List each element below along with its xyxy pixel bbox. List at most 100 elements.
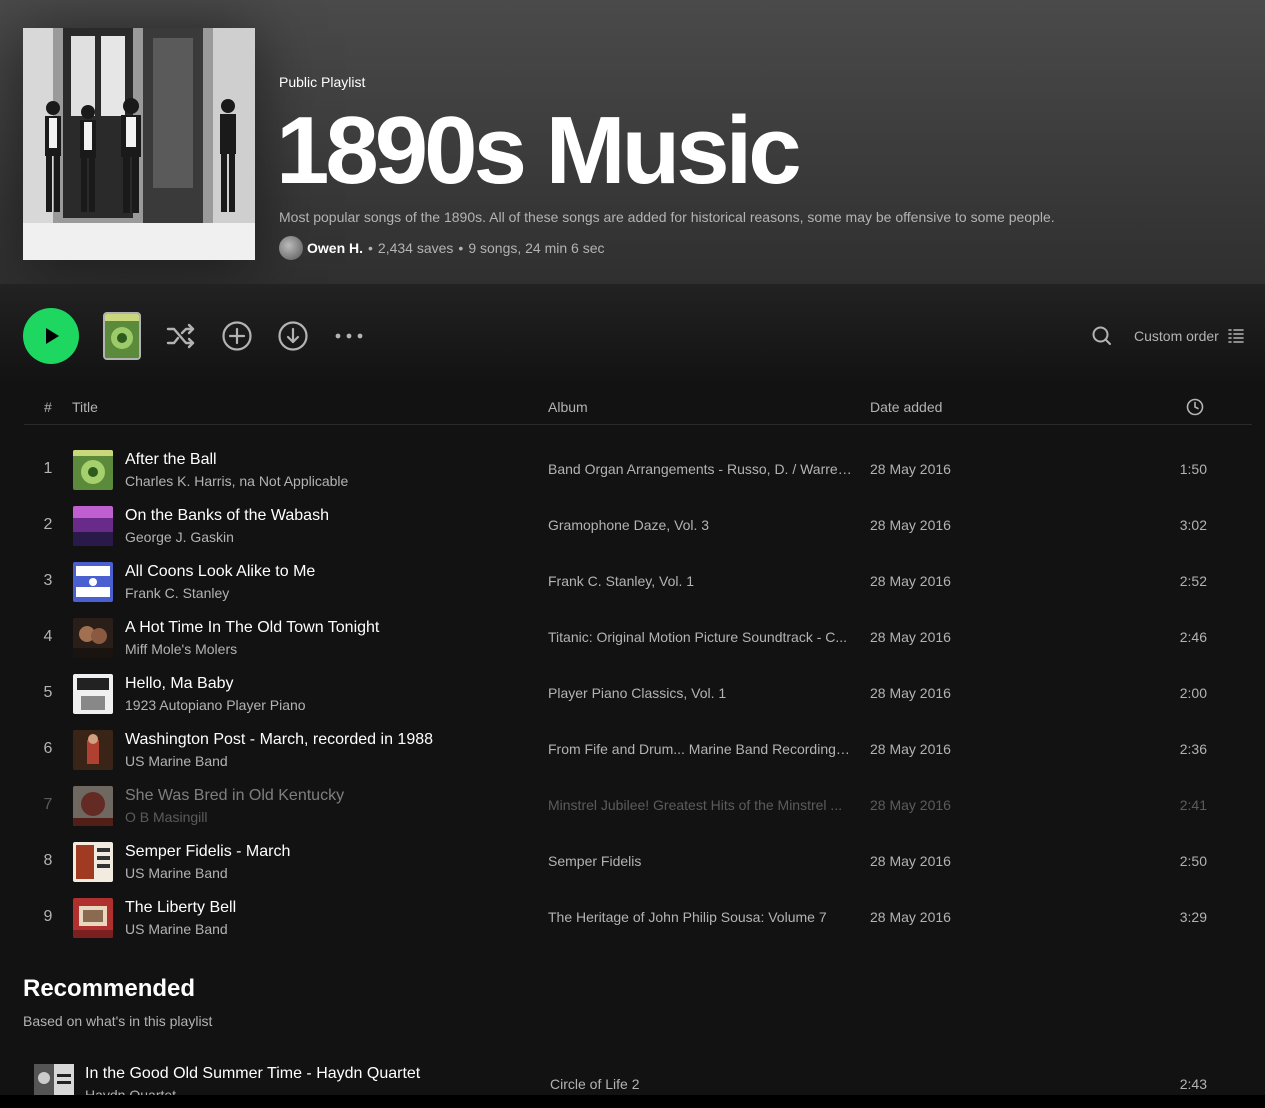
table-row[interactable]: 8 Semper Fidelis - March US Marine Band … (24, 834, 1252, 890)
playlist-cover[interactable] (23, 28, 255, 260)
track-number: 2 (43, 516, 53, 533)
table-row[interactable]: 2 On the Banks of the Wabash George J. G… (24, 498, 1252, 554)
play-icon (46, 328, 59, 344)
track-art (73, 842, 113, 882)
preview-thumbnail-button[interactable] (103, 312, 141, 360)
table-row[interactable]: 5 Hello, Ma Baby 1923 Autopiano Player P… (24, 666, 1252, 722)
track-title[interactable]: A Hot Time In The Old Town Tonight (125, 619, 379, 637)
album-art-icon (73, 842, 113, 882)
page-title: 1890s Music (276, 97, 802, 204)
track-album[interactable]: Frank C. Stanley, Vol. 1 (548, 573, 854, 589)
column-title[interactable]: Title (72, 399, 98, 415)
track-art (73, 730, 113, 770)
track-date-added: 28 May 2016 (870, 853, 951, 869)
shuffle-button[interactable] (165, 320, 197, 352)
column-album[interactable]: Album (548, 399, 588, 415)
track-artist[interactable]: US Marine Band (125, 921, 228, 937)
track-title[interactable]: All Coons Look Alike to Me (125, 563, 315, 581)
sort-dropdown[interactable]: Custom order (1134, 324, 1245, 348)
album-art-icon (73, 786, 113, 826)
table-row[interactable]: 4 A Hot Time In The Old Town Tonight Mif… (24, 610, 1252, 666)
playlist-meta: Owen H. • 2,434 saves • 9 songs, 24 min … (279, 236, 605, 260)
list-icon (1228, 329, 1244, 343)
album-art-icon (73, 898, 113, 938)
album-art-icon (73, 450, 113, 490)
track-title[interactable]: After the Ball (125, 451, 217, 469)
separator-dot: • (368, 240, 373, 256)
track-album[interactable]: Titanic: Original Motion Picture Soundtr… (548, 629, 854, 645)
track-date-added: 28 May 2016 (870, 741, 951, 757)
search-in-playlist-button[interactable] (1090, 324, 1114, 348)
track-duration: 3:29 (1179, 909, 1207, 925)
download-button[interactable] (277, 320, 309, 352)
track-art (73, 506, 113, 546)
track-artist[interactable]: Frank C. Stanley (125, 585, 229, 601)
playlist-header: Public Playlist 1890s Music Most popular… (0, 0, 1265, 284)
saves-count: 2,434 saves (377, 240, 454, 256)
table-row[interactable]: 9 The Liberty Bell US Marine Band The He… (24, 890, 1252, 946)
track-number: 7 (43, 796, 53, 813)
track-title[interactable]: Washington Post - March, recorded in 198… (125, 731, 433, 749)
track-title[interactable]: On the Banks of the Wabash (125, 507, 329, 525)
clock-icon (1186, 398, 1204, 416)
track-title[interactable]: Hello, Ma Baby (125, 675, 234, 693)
track-title[interactable]: Semper Fidelis - March (125, 843, 290, 861)
track-date-added: 28 May 2016 (870, 629, 951, 645)
recommended-album[interactable]: Circle of Life 2 (550, 1076, 639, 1092)
track-list: 1 After the Ball Charles K. Harris, na N… (24, 442, 1252, 946)
table-row[interactable]: 3 All Coons Look Alike to Me Frank C. St… (24, 554, 1252, 610)
track-album[interactable]: Player Piano Classics, Vol. 1 (548, 685, 854, 701)
track-artist[interactable]: Miff Mole's Molers (125, 641, 237, 657)
table-row[interactable]: 6 Washington Post - March, recorded in 1… (24, 722, 1252, 778)
track-artist[interactable]: US Marine Band (125, 753, 228, 769)
track-title[interactable]: She Was Bred in Old Kentucky (125, 787, 344, 805)
bottom-edge (0, 1095, 1265, 1108)
track-album[interactable]: The Heritage of John Philip Sousa: Volum… (548, 909, 854, 925)
album-art-icon (73, 674, 113, 714)
album-art-icon (73, 562, 113, 602)
track-title[interactable]: The Liberty Bell (125, 899, 236, 917)
recommended-subheading: Based on what's in this playlist (23, 1013, 213, 1029)
album-art-icon (73, 506, 113, 546)
album-art-icon (73, 730, 113, 770)
track-album[interactable]: Band Organ Arrangements - Russo, D. / Wa… (548, 461, 854, 477)
track-album[interactable]: From Fife and Drum... Marine Band Record… (548, 741, 854, 757)
more-options-button[interactable] (333, 320, 365, 352)
playlist-description: Most popular songs of the 1890s. All of … (279, 209, 1055, 225)
track-artist[interactable]: O B Masingill (125, 809, 207, 825)
track-duration: 2:46 (1179, 629, 1207, 645)
track-date-added: 28 May 2016 (870, 517, 951, 533)
playlist-summary: 9 songs, 24 min 6 sec (468, 240, 605, 256)
track-art (73, 450, 113, 490)
track-art (73, 618, 113, 658)
table-row[interactable]: 7 She Was Bred in Old Kentucky O B Masin… (24, 778, 1252, 834)
track-album[interactable]: Minstrel Jubilee! Greatest Hits of the M… (548, 797, 854, 813)
track-duration: 2:52 (1179, 573, 1207, 589)
track-art (73, 562, 113, 602)
track-number: 8 (43, 852, 53, 869)
track-album[interactable]: Gramophone Daze, Vol. 3 (548, 517, 854, 533)
table-row[interactable]: 1 After the Ball Charles K. Harris, na N… (24, 442, 1252, 498)
track-artist[interactable]: US Marine Band (125, 865, 228, 881)
track-artist[interactable]: Charles K. Harris, na Not Applicable (125, 473, 348, 489)
track-album[interactable]: Semper Fidelis (548, 853, 854, 869)
track-number: 5 (43, 684, 53, 701)
track-date-added: 28 May 2016 (870, 573, 951, 589)
add-to-library-button[interactable] (221, 320, 253, 352)
track-artist[interactable]: 1923 Autopiano Player Piano (125, 697, 306, 713)
search-icon (1092, 326, 1111, 345)
track-date-added: 28 May 2016 (870, 797, 951, 813)
avatar[interactable] (279, 236, 303, 260)
play-button[interactable] (23, 308, 79, 364)
album-art-icon (73, 618, 113, 658)
track-art (73, 898, 113, 938)
track-duration: 2:41 (1179, 797, 1207, 813)
column-duration[interactable] (1186, 398, 1204, 419)
recommended-title[interactable]: In the Good Old Summer Time - Haydn Quar… (85, 1065, 420, 1083)
track-duration: 2:50 (1179, 853, 1207, 869)
owner-name-link[interactable]: Owen H. (307, 240, 363, 256)
track-number: 1 (43, 460, 53, 477)
track-date-added: 28 May 2016 (870, 909, 951, 925)
track-artist[interactable]: George J. Gaskin (125, 529, 234, 545)
column-date-added[interactable]: Date added (870, 399, 942, 415)
